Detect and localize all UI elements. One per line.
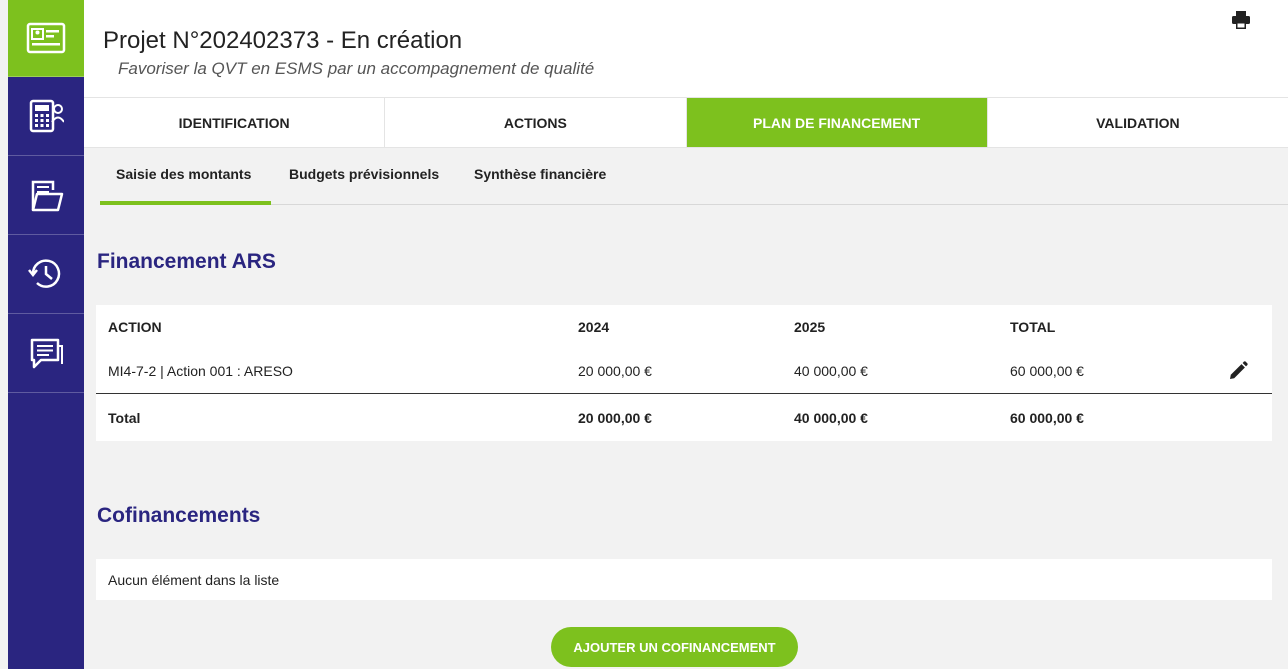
row-action: MI4-7-2 | Action 001 : ARESO bbox=[108, 363, 293, 379]
row-amount-2024: 20 000,00 € bbox=[578, 363, 652, 379]
total-label: Total bbox=[108, 410, 141, 426]
add-cofinancement-button[interactable]: AJOUTER UN COFINANCEMENT bbox=[551, 627, 798, 667]
sidebar-item-documents[interactable] bbox=[8, 156, 84, 235]
printer-icon[interactable] bbox=[1231, 10, 1251, 35]
tab-plan-de-financement[interactable]: PLAN DE FINANCEMENT bbox=[686, 98, 988, 147]
row-amount-total: 60 000,00 € bbox=[1010, 363, 1084, 379]
column-header-action: ACTION bbox=[108, 319, 162, 335]
sub-tabs: Saisie des montants Budgets prévisionnel… bbox=[100, 148, 1288, 205]
subtab-budgets-previsionnels[interactable]: Budgets prévisionnels bbox=[289, 166, 439, 182]
row-amount-2025: 40 000,00 € bbox=[794, 363, 868, 379]
page-title: Projet N°202402373 - En création bbox=[103, 27, 463, 54]
chat-icon bbox=[27, 334, 65, 372]
tab-validation[interactable]: VALIDATION bbox=[988, 98, 1288, 147]
sidebar-item-messages[interactable] bbox=[8, 314, 84, 393]
sidebar-item-history[interactable] bbox=[8, 235, 84, 314]
sidebar bbox=[8, 0, 84, 669]
tab-identification[interactable]: IDENTIFICATION bbox=[84, 98, 386, 147]
folder-documents-icon bbox=[27, 176, 65, 214]
column-header-total: TOTAL bbox=[1010, 319, 1056, 335]
history-icon bbox=[27, 255, 65, 293]
sidebar-item-identification[interactable] bbox=[8, 0, 84, 77]
subtab-synthese-financiere[interactable]: Synthèse financière bbox=[474, 166, 606, 182]
active-subtab-indicator bbox=[100, 201, 271, 205]
sidebar-item-calculator[interactable] bbox=[8, 77, 84, 156]
calculator-user-icon bbox=[28, 98, 64, 134]
column-header-2024: 2024 bbox=[578, 319, 610, 335]
total-total: 60 000,00 € bbox=[1010, 410, 1084, 426]
empty-list-message: Aucun élément dans la liste bbox=[108, 572, 280, 588]
total-divider bbox=[96, 393, 1272, 394]
financement-ars-table: ACTION 2024 2025 TOTAL MI4-7-2 | Action … bbox=[96, 305, 1272, 441]
total-2025: 40 000,00 € bbox=[794, 410, 868, 426]
page-subtitle: Favoriser la QVT en ESMS par un accompag… bbox=[118, 59, 595, 78]
cofinancements-heading: Cofinancements bbox=[97, 504, 261, 527]
pencil-icon[interactable] bbox=[1228, 361, 1248, 386]
page-header: Projet N°202402373 - En création Favoris… bbox=[84, 0, 1288, 97]
subtab-saisie-des-montants[interactable]: Saisie des montants bbox=[116, 166, 251, 182]
tab-actions[interactable]: ACTIONS bbox=[385, 98, 687, 147]
total-2024: 20 000,00 € bbox=[578, 410, 652, 426]
column-header-2025: 2025 bbox=[794, 319, 826, 335]
cofinancements-list: Aucun élément dans la liste bbox=[96, 559, 1272, 600]
id-card-icon bbox=[26, 22, 66, 54]
main-tabs: IDENTIFICATION ACTIONS PLAN DE FINANCEME… bbox=[84, 97, 1288, 148]
financement-ars-heading: Financement ARS bbox=[97, 250, 276, 273]
